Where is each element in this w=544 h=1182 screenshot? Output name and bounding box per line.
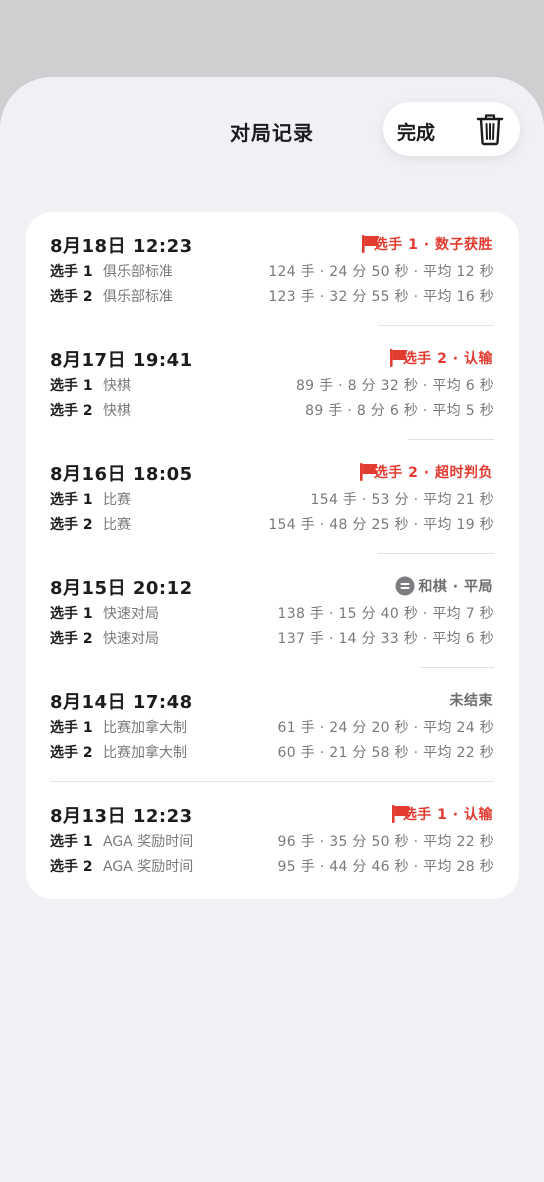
game-result: 和棋 · 平局: [418, 579, 493, 595]
player-stats: 60 手 · 21 分 58 秒 · 平均 22 秒: [277, 745, 494, 761]
player-stats: 89 手 · 8 分 32 秒 · 平均 6 秒: [295, 378, 494, 394]
player-label: 选手 2: [50, 631, 93, 647]
game-date: 8月17日 19:41: [50, 350, 193, 371]
game-record-3[interactable]: 8月15日 20:12 和棋 · 平局 选手 1 快速对局 138 手 · 15…: [26, 554, 519, 668]
player-row: 选手 1 比赛 154 手 · 53 分 · 平均 21 秒: [50, 489, 494, 509]
game-record-5[interactable]: 8月13日 12:23 选手 1 · 认输 选手 1 AGA 奖励时间 96 手…: [26, 782, 519, 896]
time-control: 快速对局: [103, 631, 159, 647]
game-record-2[interactable]: 8月16日 18:05 选手 2 · 超时判负 选手 1 比赛 154 手 · …: [26, 440, 519, 554]
player-stats: 61 手 · 24 分 20 秒 · 平均 24 秒: [277, 720, 494, 736]
player-row: 选手 1 AGA 奖励时间 96 手 · 35 分 50 秒 · 平均 22 秒: [50, 831, 494, 851]
player-stats: 137 手 · 14 分 33 秒 · 平均 6 秒: [277, 631, 494, 647]
player-label: 选手 1: [50, 720, 93, 736]
player-row: 选手 2 快速对局 137 手 · 14 分 33 秒 · 平均 6 秒: [50, 628, 494, 648]
player-row: 选手 1 快棋 89 手 · 8 分 32 秒 · 平均 6 秒: [50, 375, 494, 395]
time-control: 比赛加拿大制: [103, 720, 187, 736]
game-result: 未结束: [449, 693, 493, 709]
game-result: 选手 1 · 数子获胜: [373, 237, 493, 253]
time-control: AGA 奖励时间: [103, 859, 194, 875]
player-stats: 95 手 · 44 分 46 秒 · 平均 28 秒: [277, 859, 494, 875]
player-stats: 154 手 · 48 分 25 秒 · 平均 19 秒: [268, 517, 494, 533]
player-row: 选手 2 比赛 154 手 · 48 分 25 秒 · 平均 19 秒: [50, 514, 494, 534]
player-stats: 124 手 · 24 分 50 秒 · 平均 12 秒: [268, 264, 494, 280]
game-record-1[interactable]: 8月17日 19:41 选手 2 · 认输 选手 1 快棋 89 手 · 8 分…: [26, 326, 519, 440]
game-result: 选手 2 · 超时判负: [373, 465, 493, 481]
player-label: 选手 2: [50, 289, 93, 305]
time-control: 比赛: [103, 492, 131, 508]
time-control: 比赛: [103, 517, 131, 533]
player-label: 选手 1: [50, 378, 93, 394]
time-control: 俱乐部标准: [103, 289, 173, 305]
game-date: 8月18日 12:23: [50, 236, 193, 257]
player-row: 选手 1 俱乐部标准 124 手 · 24 分 50 秒 · 平均 12 秒: [50, 261, 494, 281]
player-stats: 89 手 · 8 分 6 秒 · 平均 5 秒: [305, 403, 494, 419]
player-label: 选手 2: [50, 859, 93, 875]
time-control: 快棋: [103, 403, 131, 419]
equals-icon: [395, 576, 415, 596]
trash-icon[interactable]: [475, 112, 505, 146]
game-history-list: 8月18日 12:23 选手 1 · 数子获胜 选手 1 俱乐部标准 124 手…: [26, 212, 519, 899]
player-row: 选手 2 俱乐部标准 123 手 · 32 分 55 秒 · 平均 16 秒: [50, 286, 494, 306]
player-stats: 138 手 · 15 分 40 秒 · 平均 7 秒: [277, 606, 494, 622]
player-row: 选手 2 AGA 奖励时间 95 手 · 44 分 46 秒 · 平均 28 秒: [50, 856, 494, 876]
game-date: 8月15日 20:12: [50, 578, 193, 599]
time-control: 快速对局: [103, 606, 159, 622]
player-stats: 96 手 · 35 分 50 秒 · 平均 22 秒: [277, 834, 494, 850]
player-stats: 154 手 · 53 分 · 平均 21 秒: [310, 492, 494, 508]
player-label: 选手 1: [50, 834, 93, 850]
time-control: 比赛加拿大制: [103, 745, 187, 761]
player-label: 选手 1: [50, 264, 93, 280]
game-result: 选手 1 · 认输: [402, 807, 493, 823]
game-date: 8月14日 17:48: [50, 692, 193, 713]
player-label: 选手 1: [50, 606, 93, 622]
time-control: 快棋: [103, 378, 131, 394]
time-control: AGA 奖励时间: [103, 834, 194, 850]
game-record-0[interactable]: 8月18日 12:23 选手 1 · 数子获胜 选手 1 俱乐部标准 124 手…: [26, 212, 519, 326]
header-actions: 完成: [383, 102, 520, 156]
game-date: 8月16日 18:05: [50, 464, 193, 485]
player-label: 选手 2: [50, 403, 93, 419]
player-label: 选手 2: [50, 745, 93, 761]
player-label: 选手 1: [50, 492, 93, 508]
player-stats: 123 手 · 32 分 55 秒 · 平均 16 秒: [268, 289, 494, 305]
player-label: 选手 2: [50, 517, 93, 533]
time-control: 俱乐部标准: [103, 264, 173, 280]
game-date: 8月13日 12:23: [50, 806, 193, 827]
player-row: 选手 1 比赛加拿大制 61 手 · 24 分 20 秒 · 平均 24 秒: [50, 717, 494, 737]
player-row: 选手 2 比赛加拿大制 60 手 · 21 分 58 秒 · 平均 22 秒: [50, 742, 494, 762]
player-row: 选手 1 快速对局 138 手 · 15 分 40 秒 · 平均 7 秒: [50, 603, 494, 623]
player-row: 选手 2 快棋 89 手 · 8 分 6 秒 · 平均 5 秒: [50, 400, 494, 420]
game-record-4[interactable]: 8月14日 17:48 未结束 选手 1 比赛加拿大制 61 手 · 24 分 …: [26, 668, 519, 782]
done-button[interactable]: 完成: [397, 118, 435, 145]
game-result: 选手 2 · 认输: [402, 351, 493, 367]
